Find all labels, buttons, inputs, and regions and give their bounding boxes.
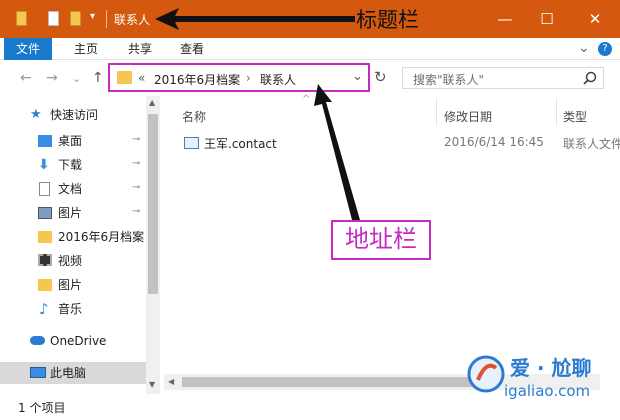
help-icon[interactable]: ? xyxy=(598,42,612,56)
column-separator[interactable] xyxy=(556,98,557,126)
sidebar-item-label: 快速访问 xyxy=(50,108,99,122)
computer-icon xyxy=(30,367,46,378)
pin-icon[interactable]: ⊸ xyxy=(132,182,140,193)
download-icon: ⬇ xyxy=(38,157,50,173)
expand-ribbon-icon[interactable]: ⌄ xyxy=(578,40,590,56)
ribbon: 文件 主页 共享 查看 ⌄ ? xyxy=(0,38,620,60)
customize-toolbar-icon[interactable]: ▾ xyxy=(90,11,95,22)
pin-icon[interactable]: ⊸ xyxy=(132,134,140,145)
tab-home[interactable]: 主页 xyxy=(64,38,108,60)
back-button[interactable]: ← xyxy=(20,70,32,86)
cloud-icon xyxy=(30,336,45,345)
watermark: 爱 · 尬聊 igaliao.com xyxy=(466,352,616,410)
minimize-button[interactable]: — xyxy=(482,0,528,38)
horizontal-scrollbar-thumb[interactable] xyxy=(182,377,482,387)
folder-icon xyxy=(38,231,52,243)
status-item-count: 1 个项目 xyxy=(18,401,66,415)
file-name: 王军.contact xyxy=(204,137,277,151)
sidebar-item-label: 视频 xyxy=(58,254,83,268)
watermark-logo xyxy=(467,355,505,393)
title-bar: ▾ 联系人 标题栏 — ☐ ✕ xyxy=(0,0,620,38)
scroll-up-icon[interactable]: ▲ xyxy=(149,98,155,107)
document-icon xyxy=(39,182,50,196)
contact-file-icon xyxy=(184,137,199,149)
window-title: 联系人 xyxy=(114,13,151,27)
refresh-button[interactable]: ↻ xyxy=(374,68,387,86)
file-modified: 2016/6/14 16:45 xyxy=(444,135,544,149)
scroll-down-icon[interactable]: ▼ xyxy=(149,380,155,389)
watermark-url: igaliao.com xyxy=(504,382,591,400)
tab-file[interactable]: 文件 xyxy=(4,38,53,60)
pin-icon[interactable]: ⊸ xyxy=(132,158,140,169)
sidebar-item-label: 下载 xyxy=(58,158,83,172)
recent-locations-button[interactable]: ⌄ xyxy=(72,72,81,85)
sidebar-item-label: 文档 xyxy=(58,182,83,196)
forward-button[interactable]: → xyxy=(46,70,58,86)
sidebar-item-label: 2016年6月档案 xyxy=(58,230,145,244)
annotation-address-bar: 地址栏 xyxy=(331,220,431,260)
sidebar-item-label: 音乐 xyxy=(58,302,83,316)
close-button[interactable]: ✕ xyxy=(572,0,618,38)
annotation-arrow-title xyxy=(155,8,355,30)
sidebar-item-label: 桌面 xyxy=(58,134,83,148)
scroll-left-icon[interactable]: ◀ xyxy=(168,377,174,386)
video-icon xyxy=(38,254,52,266)
folder-icon xyxy=(117,71,132,84)
address-overflow[interactable]: « xyxy=(138,71,145,85)
sidebar-item-label: 此电脑 xyxy=(50,366,87,380)
search-input[interactable]: 搜索"联系人" xyxy=(413,71,484,88)
sidebar-scrollbar-thumb[interactable] xyxy=(148,114,158,294)
new-folder-icon[interactable] xyxy=(70,11,81,26)
column-header-type[interactable]: 类型 xyxy=(563,108,587,125)
search-box[interactable]: 搜索"联系人" xyxy=(402,67,604,89)
annotation-title-bar: 标题栏 xyxy=(356,8,419,32)
title-separator xyxy=(106,10,107,28)
star-icon: ★ xyxy=(30,107,42,122)
tab-share[interactable]: 共享 xyxy=(118,38,162,60)
pin-icon[interactable]: ⊸ xyxy=(132,206,140,217)
column-header-name[interactable]: 名称 xyxy=(182,108,206,125)
folder-icon xyxy=(16,11,27,26)
maximize-button[interactable]: ☐ xyxy=(524,0,570,38)
address-segment-archive[interactable]: 2016年6月档案 xyxy=(154,71,240,88)
annotation-arrow-address xyxy=(314,84,360,220)
sidebar-item-label: 图片 xyxy=(58,206,83,220)
sidebar-item-label: OneDrive xyxy=(50,334,107,348)
properties-icon[interactable] xyxy=(48,11,59,26)
music-icon: ♪ xyxy=(39,300,49,318)
address-segment-contacts[interactable]: 联系人 xyxy=(260,71,296,88)
sidebar-item-label: 图片 xyxy=(58,278,83,292)
tab-view[interactable]: 查看 xyxy=(170,38,214,60)
file-type: 联系人文件 xyxy=(563,137,620,151)
desktop-icon xyxy=(38,135,52,147)
up-button[interactable]: ↑ xyxy=(92,70,104,86)
sort-ascending-icon: ^ xyxy=(302,94,311,105)
address-separator[interactable]: › xyxy=(246,71,251,85)
watermark-title: 爱 · 尬聊 xyxy=(510,356,592,380)
search-icon[interactable] xyxy=(583,71,597,85)
pictures-icon xyxy=(38,207,52,219)
column-header-modified[interactable]: 修改日期 xyxy=(444,108,492,125)
folder-icon xyxy=(38,279,52,291)
column-separator[interactable] xyxy=(436,98,437,126)
